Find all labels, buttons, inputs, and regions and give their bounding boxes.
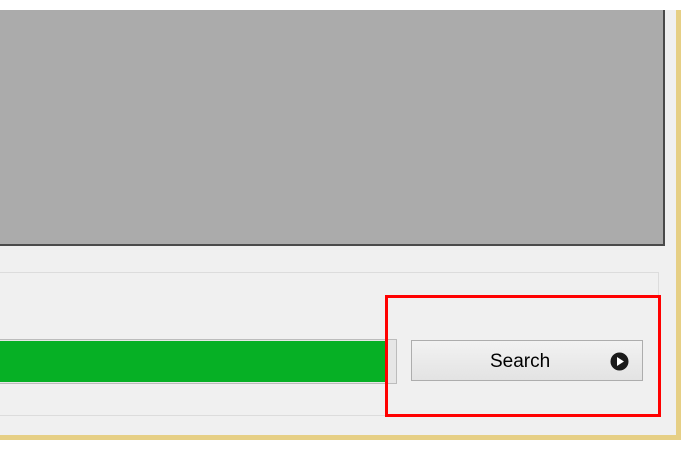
search-button[interactable]: Search — [411, 340, 643, 381]
app-window: Search — [0, 0, 681, 440]
top-strip — [0, 0, 681, 10]
viewer-panel — [0, 10, 665, 246]
play-circle-icon — [610, 352, 629, 371]
progress-bar — [0, 339, 397, 384]
progress-bar-fill — [0, 341, 386, 382]
search-button-label: Search — [490, 351, 551, 372]
